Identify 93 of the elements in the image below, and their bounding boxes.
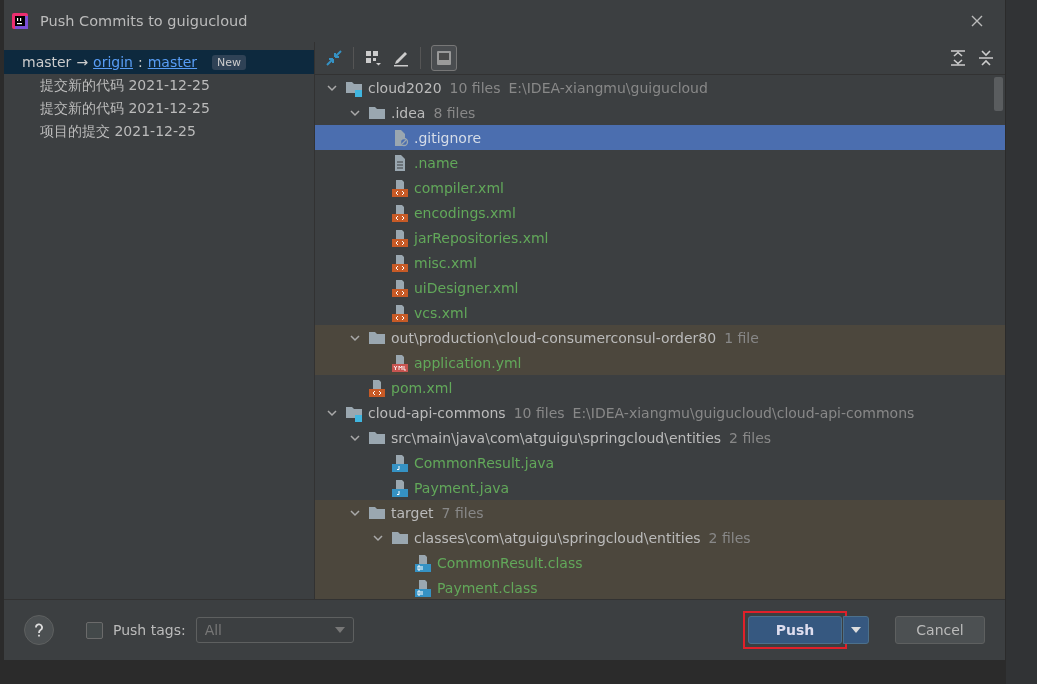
item-name: pom.xml	[391, 379, 453, 396]
push-options-button[interactable]	[843, 616, 869, 644]
item-name: .idea	[391, 104, 426, 121]
remote-branch-link[interactable]: master	[147, 54, 198, 70]
folder-row[interactable]: out\production\cloud-consumerconsul-order80 1 file	[315, 325, 1005, 350]
file-row[interactable]: .name	[315, 150, 1005, 175]
folder-row[interactable]: src\main\java\com\atguigu\springcloud\entities 2 files	[315, 425, 1005, 450]
module-path: E:\IDEA-xiangmu\guigucloud\cloud-api-commons	[572, 404, 915, 421]
file-row[interactable]: .gitignore	[315, 125, 1005, 150]
item-name: misc.xml	[414, 254, 477, 271]
file-icon	[391, 203, 409, 222]
folder-row[interactable]: .idea 8 files	[315, 100, 1005, 125]
file-icon	[391, 278, 409, 297]
group-by-icon[interactable]	[364, 49, 382, 67]
file-icon	[391, 303, 409, 322]
item-name: uiDesigner.xml	[414, 279, 519, 296]
collapse-all-icon[interactable]	[977, 49, 995, 67]
file-row[interactable]: application.yml	[315, 350, 1005, 375]
folder-row[interactable]: classes\com\atguigu\springcloud\entities 2 files	[315, 525, 1005, 550]
commit-item[interactable]: 提交新的代码 2021-12-25	[4, 74, 314, 97]
commit-item[interactable]: 提交新的代码 2021-12-25	[4, 97, 314, 120]
file-count: 2 files	[729, 429, 772, 446]
item-name: out\production\cloud-consumerconsul-order80	[391, 329, 717, 346]
item-name: jarRepositories.xml	[414, 229, 549, 246]
file-row[interactable]: uiDesigner.xml	[315, 275, 1005, 300]
file-row[interactable]: jarRepositories.xml	[315, 225, 1005, 250]
separator-text: :	[138, 54, 143, 70]
folder-row[interactable]: cloud2020 10 files E:\IDEA-xiangmu\guigucloud	[315, 75, 1005, 100]
item-name: target	[391, 504, 434, 521]
help-button[interactable]	[24, 615, 54, 645]
file-row[interactable]: misc.xml	[315, 250, 1005, 275]
file-icon	[414, 553, 432, 572]
edit-icon[interactable]	[392, 49, 410, 67]
file-icon	[391, 178, 409, 197]
file-row[interactable]: CommonResult.class	[315, 550, 1005, 575]
branch-name: master	[22, 54, 72, 70]
caret-icon	[334, 627, 345, 633]
module-path: E:\IDEA-xiangmu\guigucloud	[508, 79, 708, 96]
file-row[interactable]: vcs.xml	[315, 300, 1005, 325]
file-row[interactable]: Payment.class	[315, 575, 1005, 599]
file-row[interactable]: CommonResult.java	[315, 450, 1005, 475]
file-icon	[391, 453, 409, 472]
new-badge: New	[212, 54, 247, 70]
item-name: application.yml	[414, 354, 522, 371]
window-title: Push Commits to guigucloud	[40, 13, 249, 29]
question-icon	[34, 623, 44, 637]
file-count: 1 file	[724, 329, 759, 346]
folder-row[interactable]: cloud-api-commons 10 files E:\IDEA-xiangmu\guigucloud\cloud-api-commons	[315, 400, 1005, 425]
panel-icon	[436, 50, 452, 66]
item-name: .gitignore	[414, 129, 481, 146]
item-name: Payment.class	[437, 579, 538, 596]
scrollbar-thumb[interactable]	[994, 77, 1003, 111]
push-button[interactable]: Push	[748, 616, 842, 644]
item-name: compiler.xml	[414, 179, 504, 196]
file-row[interactable]: pom.xml	[315, 375, 1005, 400]
push-tags-label: Push tags:	[113, 622, 186, 638]
folder-row[interactable]: target 7 files	[315, 500, 1005, 525]
file-count: 7 files	[441, 504, 484, 521]
item-name: cloud-api-commons	[368, 404, 506, 421]
item-name: src\main\java\com\atguigu\springcloud\entities	[391, 429, 722, 446]
item-name: .name	[414, 154, 459, 171]
item-name: CommonResult.class	[437, 554, 583, 571]
app-logo-icon	[12, 13, 28, 29]
file-count: 10 files	[513, 404, 565, 421]
file-icon	[391, 353, 409, 372]
expand-all-icon[interactable]	[949, 49, 967, 67]
push-tags-checkbox[interactable]	[86, 621, 103, 639]
file-icon	[391, 253, 409, 272]
file-icon	[391, 478, 409, 497]
file-count: 2 files	[708, 529, 751, 546]
item-name: CommonResult.java	[414, 454, 555, 471]
arrows-inward-icon[interactable]	[325, 49, 343, 67]
item-name: cloud2020	[368, 79, 442, 96]
caret-icon	[851, 627, 861, 633]
file-row[interactable]: Payment.java	[315, 475, 1005, 500]
item-name: Payment.java	[414, 479, 510, 496]
close-icon[interactable]	[971, 15, 983, 27]
preview-toggle[interactable]	[431, 45, 457, 71]
file-count: 10 files	[449, 79, 501, 96]
file-icon	[391, 228, 409, 247]
file-row[interactable]: encodings.xml	[315, 200, 1005, 225]
file-row[interactable]: compiler.xml	[315, 175, 1005, 200]
item-name: encodings.xml	[414, 204, 516, 221]
file-count: 8 files	[433, 104, 476, 121]
commit-item[interactable]: 项目的提交 2021-12-25	[4, 120, 314, 143]
cancel-button[interactable]: Cancel	[895, 616, 985, 644]
arrow-text: →	[76, 54, 89, 70]
branch-row[interactable]: master → origin : master New	[4, 50, 314, 74]
file-icon	[368, 378, 386, 397]
item-name: classes\com\atguigu\springcloud\entities	[414, 529, 701, 546]
item-name: vcs.xml	[414, 304, 468, 321]
file-icon	[414, 578, 432, 597]
remote-link[interactable]: origin	[93, 54, 133, 70]
